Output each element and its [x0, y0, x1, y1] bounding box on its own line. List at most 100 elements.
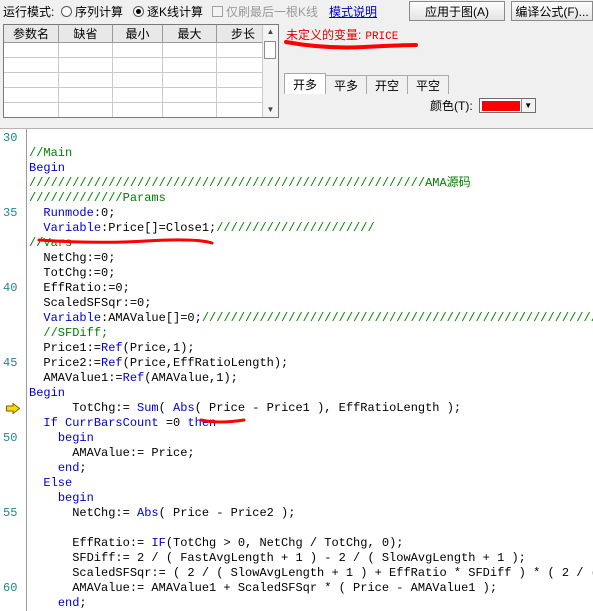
- code-line[interactable]: AMAValue:= AMAValue1 + ScaledSFSqr * ( P…: [29, 581, 497, 596]
- code-line[interactable]: Begin: [29, 386, 65, 401]
- radio-sequence-indicator[interactable]: [61, 6, 72, 17]
- code-line[interactable]: Variable:Price[]=Close1;////////////////…: [29, 221, 374, 236]
- line-number-gutter: 30 35 40 45 50 55 60: [0, 129, 27, 611]
- mode-help-link[interactable]: 模式说明: [329, 3, 377, 20]
- params-column-header[interactable]: 缺省: [58, 25, 113, 43]
- radio-sequence-calc[interactable]: 序列计算: [61, 3, 123, 20]
- code-line[interactable]: Price1:=Ref(Price,1);: [29, 341, 194, 356]
- code-line[interactable]: Else: [29, 476, 72, 491]
- scroll-down-icon[interactable]: ▼: [263, 103, 278, 117]
- params-cell[interactable]: [162, 72, 217, 88]
- line-number: 55: [3, 506, 18, 520]
- params-cell[interactable]: [162, 57, 217, 73]
- params-cell[interactable]: [112, 87, 163, 103]
- params-table[interactable]: 参数名 缺省 最小 最大 步长 ▲ ▼: [3, 24, 279, 118]
- params-column-header[interactable]: 参数名: [4, 25, 59, 43]
- code-line[interactable]: begin: [29, 431, 94, 446]
- line-number: 60: [3, 581, 18, 595]
- params-column-header[interactable]: 最小: [112, 25, 163, 43]
- params-cell[interactable]: [58, 57, 113, 73]
- params-cell[interactable]: [112, 102, 163, 117]
- color-row: 颜色(T): ▼: [430, 97, 536, 114]
- code-line[interactable]: NetChg:= Abs( Price - Price2 );: [29, 506, 295, 521]
- code-line[interactable]: //SFDiff;: [29, 326, 108, 341]
- scroll-up-icon[interactable]: ▲: [263, 25, 278, 39]
- params-row[interactable]: [4, 87, 270, 103]
- undefined-variables: 未定义的变量: PRICE: [286, 26, 398, 43]
- line-number: 30: [3, 131, 18, 145]
- radio-sequence-label: 序列计算: [75, 5, 124, 19]
- params-cell[interactable]: [58, 42, 113, 58]
- params-cell[interactable]: [58, 72, 113, 88]
- radio-per-bar-indicator[interactable]: [133, 6, 144, 17]
- params-cell[interactable]: [112, 72, 163, 88]
- code-line[interactable]: end;: [29, 461, 87, 476]
- params-cell[interactable]: [58, 87, 113, 103]
- code-line[interactable]: end;: [29, 596, 87, 611]
- code-line[interactable]: ScaledSFSqr:=0;: [29, 296, 151, 311]
- code-line[interactable]: Price2:=Ref(Price,EffRatioLength);: [29, 356, 288, 371]
- dropdown-arrow-icon[interactable]: ▼: [520, 99, 535, 112]
- code-line[interactable]: AMAValue:= Price;: [29, 446, 194, 461]
- toolbar: 运行模式: 序列计算 逐K线计算 仅刷最后一根K线 模式说明 应用于图(A) 编…: [0, 0, 593, 22]
- params-cell[interactable]: [162, 87, 217, 103]
- params-cell[interactable]: [4, 87, 59, 103]
- code-line[interactable]: Runmode:0;: [29, 206, 115, 221]
- params-cell[interactable]: [112, 42, 163, 58]
- radio-per-bar-label: 逐K线计算: [147, 5, 204, 19]
- tab-open-long[interactable]: 开多: [284, 73, 327, 94]
- params-cell[interactable]: [162, 42, 217, 58]
- code-line[interactable]: //Vars: [29, 236, 72, 251]
- scroll-thumb[interactable]: [264, 41, 276, 59]
- params-row[interactable]: [4, 102, 270, 117]
- checkbox-last-bar-box[interactable]: [212, 6, 223, 17]
- tab-close-long[interactable]: 平多: [325, 75, 368, 94]
- code-line[interactable]: TotChg:= Sum( Abs( Price - Price1 ), Eff…: [29, 401, 461, 416]
- params-scrollbar[interactable]: ▲ ▼: [262, 25, 278, 117]
- code-line[interactable]: EffRatio:= IF(TotChg > 0, NetChg / TotCh…: [29, 536, 403, 551]
- line-number: 35: [3, 206, 18, 220]
- color-picker[interactable]: ▼: [478, 98, 536, 113]
- params-cell[interactable]: [4, 72, 59, 88]
- code-line[interactable]: EffRatio:=0;: [29, 281, 129, 296]
- checkbox-last-bar-label: 仅刷最后一根K线: [226, 5, 319, 19]
- params-cell[interactable]: [162, 102, 217, 117]
- params-row[interactable]: [4, 57, 270, 73]
- undefined-variables-label: 未定义的变量:: [286, 28, 362, 42]
- code-line[interactable]: If CurrBarsCount =0 then: [29, 416, 216, 431]
- current-line-arrow-icon: [6, 403, 20, 414]
- code-line[interactable]: Begin: [29, 161, 65, 176]
- params-row[interactable]: [4, 42, 270, 58]
- params-cell[interactable]: [112, 57, 163, 73]
- apply-to-chart-button[interactable]: 应用于图(A): [409, 1, 505, 21]
- tab-close-short[interactable]: 平空: [407, 75, 450, 94]
- code-editor[interactable]: 30 35 40 45 50 55 60 //Main Begin//////////////…: [0, 128, 593, 611]
- code-line[interactable]: ////////////////////////////////////////…: [29, 176, 471, 191]
- run-mode-label: 运行模式:: [3, 5, 55, 19]
- params-cell[interactable]: [4, 57, 59, 73]
- code-line[interactable]: SFDiff:= 2 / ( FastAvgLength + 1 ) - 2 /…: [29, 551, 526, 566]
- code-line[interactable]: AMAValue1:=Ref(AMAValue,1);: [29, 371, 237, 386]
- line-number: 45: [3, 356, 18, 370]
- code-line[interactable]: ScaledSFSqr:= ( 2 / ( SlowAvgLength + 1 …: [29, 566, 593, 581]
- tab-open-short[interactable]: 开空: [366, 75, 409, 94]
- signal-tabs: 开多 平多 开空 平空: [284, 73, 450, 95]
- params-cell[interactable]: [4, 102, 59, 117]
- radio-per-bar-calc[interactable]: 逐K线计算: [133, 3, 203, 20]
- code-text-area[interactable]: //Main Begin/////////////////////////////…: [29, 129, 593, 611]
- undefined-variable-value: PRICE: [365, 31, 399, 43]
- params-cell[interactable]: [58, 102, 113, 117]
- code-line[interactable]: /////////////Params: [29, 191, 166, 206]
- code-line[interactable]: TotChg:=0;: [29, 266, 115, 281]
- checkbox-last-bar-only[interactable]: 仅刷最后一根K线: [212, 3, 318, 20]
- compile-formula-button[interactable]: 编译公式(F)...: [511, 1, 593, 21]
- code-line[interactable]: begin: [29, 491, 94, 506]
- params-row[interactable]: [4, 72, 270, 88]
- line-number: 40: [3, 281, 18, 295]
- params-column-header[interactable]: 最大: [162, 25, 217, 43]
- code-line[interactable]: Variable:AMAValue[]=0;//////////////////…: [29, 311, 593, 326]
- color-label: 颜色(T):: [430, 99, 473, 113]
- code-line[interactable]: //Main: [29, 146, 72, 161]
- params-cell[interactable]: [4, 42, 59, 58]
- code-line[interactable]: NetChg:=0;: [29, 251, 115, 266]
